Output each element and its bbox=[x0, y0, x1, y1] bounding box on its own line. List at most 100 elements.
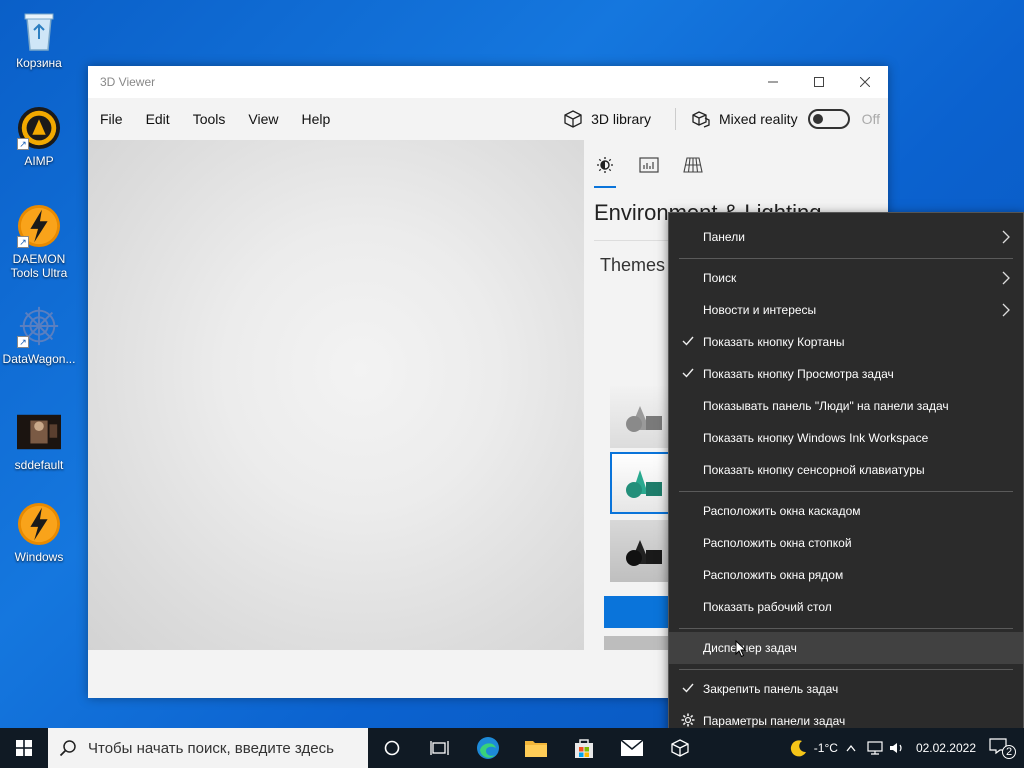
recycle-bin-icon bbox=[17, 8, 61, 52]
network-button[interactable] bbox=[864, 728, 886, 768]
volume-button[interactable] bbox=[886, 728, 908, 768]
menu-item-label: Расположить окна рядом bbox=[703, 568, 844, 582]
menu-item-task-manager[interactable]: Диспетчер задач bbox=[669, 632, 1023, 664]
cube-icon bbox=[562, 108, 584, 130]
menu-item-search[interactable]: Поиск bbox=[669, 262, 1023, 294]
menu-item-label: Показать кнопку сенсорной клавиатуры bbox=[703, 463, 925, 477]
desktop-icon-label: DAEMON Tools Ultra bbox=[10, 252, 68, 280]
menu-item-show-ink-workspace[interactable]: Показать кнопку Windows Ink Workspace bbox=[669, 422, 1023, 454]
3d-library-button[interactable]: 3D library bbox=[562, 108, 651, 130]
shortcut-arrow-icon: ↗ bbox=[17, 336, 29, 348]
tab-statistics[interactable] bbox=[638, 154, 660, 176]
theme-thumbnail-light[interactable] bbox=[610, 386, 670, 448]
shortcut-arrow-icon: ↗ bbox=[17, 138, 29, 150]
taskbar[interactable]: Чтобы начать поиск, введите здесь -1°C 0… bbox=[0, 728, 1024, 768]
checkmark-icon bbox=[682, 683, 694, 693]
menu-tools[interactable]: Tools bbox=[193, 111, 226, 127]
clock-date[interactable]: 02.02.2022 bbox=[916, 741, 976, 755]
menu-item-show-desktop[interactable]: Показать рабочий стол bbox=[669, 591, 1023, 623]
cortana-button[interactable] bbox=[368, 728, 416, 768]
grid-icon bbox=[683, 157, 703, 173]
menu-item-label: Показать рабочий стол bbox=[703, 600, 832, 614]
show-hidden-icons-button[interactable] bbox=[838, 728, 864, 768]
menu-edit[interactable]: Edit bbox=[146, 111, 170, 127]
mixed-reality-icon bbox=[690, 108, 712, 130]
sun-icon bbox=[597, 157, 613, 173]
theme-thumbnail-teal[interactable] bbox=[610, 452, 670, 514]
shapes-icon bbox=[626, 470, 662, 498]
menu-view[interactable]: View bbox=[248, 111, 278, 127]
file-explorer-button[interactable] bbox=[512, 728, 560, 768]
menu-item-show-cortana[interactable]: Показать кнопку Кортаны bbox=[669, 326, 1023, 358]
checkmark-icon bbox=[682, 368, 694, 378]
mixed-reality-button[interactable]: Mixed reality bbox=[690, 108, 798, 130]
action-center-button[interactable]: 2 bbox=[988, 737, 1016, 759]
lightning-icon bbox=[17, 502, 61, 546]
edge-button[interactable] bbox=[464, 728, 512, 768]
menu-file[interactable]: File bbox=[100, 111, 123, 127]
taskbar-search-box[interactable]: Чтобы начать поиск, введите здесь bbox=[48, 728, 368, 768]
menu-bar: File Edit Tools View Help 3D library Mix… bbox=[88, 98, 888, 140]
mail-icon bbox=[620, 739, 644, 756]
chevron-right-icon bbox=[1002, 303, 1010, 317]
menu-item-label: Показать кнопку Кортаны bbox=[703, 335, 845, 349]
desktop-icon-label: DataWagon... bbox=[2, 352, 76, 366]
menu-item-label: Закрепить панель задач bbox=[703, 682, 839, 696]
tab-grid-views[interactable] bbox=[682, 154, 704, 176]
menu-separator bbox=[679, 491, 1013, 492]
mouse-cursor-icon bbox=[735, 640, 747, 658]
menu-item-cascade-windows[interactable]: Расположить окна каскадом bbox=[669, 495, 1023, 527]
menu-item-news-interests[interactable]: Новости и интересы bbox=[669, 294, 1023, 326]
desktop-icon-datawagon[interactable]: ↗ DataWagon... bbox=[2, 304, 76, 366]
desktop-icon-label: Windows bbox=[14, 550, 64, 564]
taskbar-context-menu: Панели Поиск Новости и интересы Показать… bbox=[668, 212, 1024, 745]
toolbar-separator bbox=[674, 108, 676, 130]
task-view-icon bbox=[430, 741, 449, 755]
desktop-icon-daemon-tools[interactable]: ↗ DAEMON Tools Ultra bbox=[2, 204, 76, 280]
menu-item-show-touch-keyboard[interactable]: Показать кнопку сенсорной клавиатуры bbox=[669, 454, 1023, 486]
aimp-icon: ↗ bbox=[17, 106, 61, 150]
close-icon bbox=[860, 77, 870, 87]
checkmark-icon bbox=[682, 336, 694, 346]
mixed-reality-toggle[interactable] bbox=[807, 109, 850, 129]
close-button[interactable] bbox=[842, 66, 888, 98]
store-button[interactable] bbox=[560, 728, 608, 768]
toggle-knob bbox=[812, 114, 823, 124]
menu-item-stack-windows[interactable]: Расположить окна стопкой bbox=[669, 527, 1023, 559]
menu-item-show-people[interactable]: Показывать панель "Люди" на панели задач bbox=[669, 390, 1023, 422]
menu-item-label: Диспетчер задач bbox=[703, 641, 797, 655]
mail-button[interactable] bbox=[608, 728, 656, 768]
minimize-button[interactable] bbox=[750, 66, 796, 98]
maximize-button[interactable] bbox=[796, 66, 842, 98]
notification-count-badge: 2 bbox=[1002, 745, 1016, 759]
menu-item-panels[interactable]: Панели bbox=[669, 221, 1023, 253]
desktop-icon-windows[interactable]: Windows bbox=[2, 502, 76, 564]
menu-separator bbox=[679, 669, 1013, 670]
desktop-icon-sddefault[interactable]: sddefault bbox=[2, 410, 76, 472]
desktop-icon-aimp[interactable]: ↗ AIMP bbox=[2, 106, 76, 168]
tab-environment-lighting[interactable] bbox=[594, 154, 616, 188]
toggle-state-label: Off bbox=[861, 111, 880, 127]
maximize-icon bbox=[814, 77, 824, 87]
start-button[interactable] bbox=[0, 728, 48, 768]
weather-button[interactable] bbox=[784, 728, 814, 768]
chevron-right-icon bbox=[1002, 230, 1010, 244]
3d-viewport[interactable] bbox=[88, 140, 584, 650]
task-view-button[interactable] bbox=[416, 728, 464, 768]
folder-icon bbox=[525, 741, 547, 757]
edge-browser-icon bbox=[477, 737, 499, 759]
3d-viewer-taskbar-button[interactable] bbox=[656, 728, 704, 768]
menu-item-label: Показывать панель "Люди" на панели задач bbox=[703, 399, 949, 413]
menu-separator bbox=[679, 258, 1013, 259]
menu-item-label: Панели bbox=[703, 230, 745, 244]
chevron-right-icon bbox=[1002, 271, 1010, 285]
menu-item-side-by-side[interactable]: Расположить окна рядом bbox=[669, 559, 1023, 591]
desktop-icon-recycle-bin[interactable]: Корзина bbox=[2, 8, 76, 70]
menu-item-show-task-view[interactable]: Показать кнопку Просмотра задач bbox=[669, 358, 1023, 390]
menu-item-lock-taskbar[interactable]: Закрепить панель задач bbox=[669, 673, 1023, 705]
windows-logo-icon bbox=[16, 740, 32, 756]
system-tray: -1°C 02.02.2022 2 bbox=[784, 728, 1024, 768]
menu-help[interactable]: Help bbox=[301, 111, 330, 127]
theme-thumbnail-dark[interactable] bbox=[610, 520, 670, 582]
title-bar[interactable]: 3D Viewer bbox=[88, 66, 888, 98]
